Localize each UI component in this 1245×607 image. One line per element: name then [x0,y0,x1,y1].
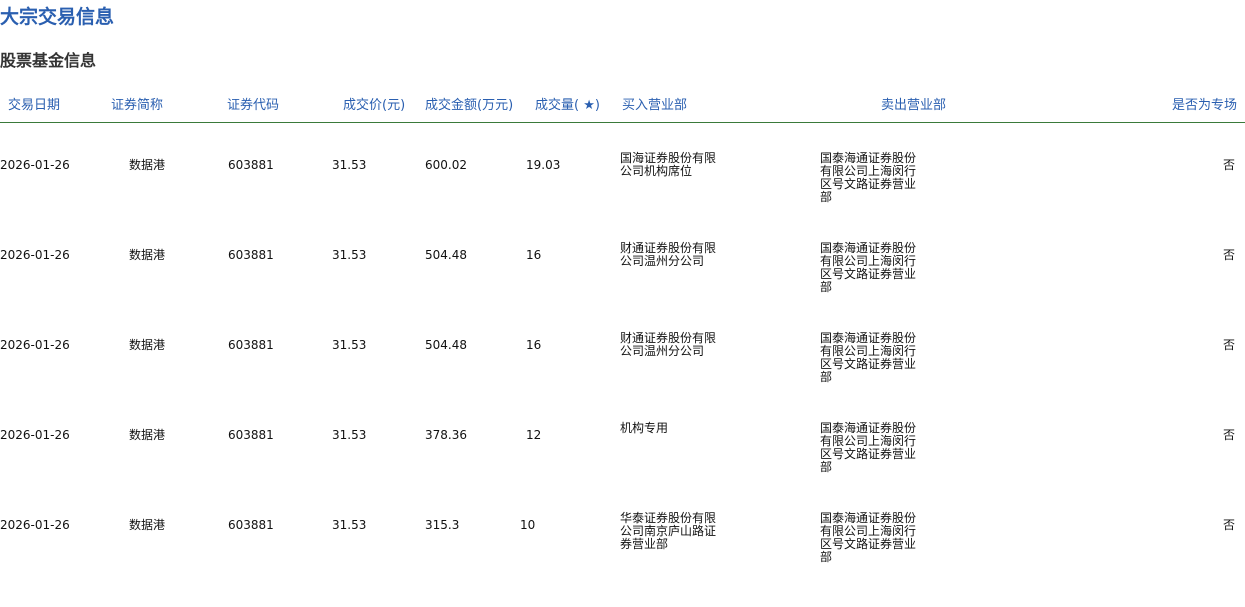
cell-special: 否 [1222,428,1235,442]
cell-name[interactable]: 数据港 [129,339,165,352]
cell-name[interactable]: 数据港 [129,429,165,442]
table-row: 2026-01-26 数据港 603881 31.53 504.48 16 财通… [0,332,1245,427]
header-volume[interactable]: 成交量( ★) [535,97,600,115]
cell-buyer: 财通证券股份有限公司温州分公司 [620,241,717,268]
cell-amount: 504.48 [425,248,467,262]
header-amount[interactable]: 成交金额(万元) [425,97,513,115]
cell-special: 否 [1222,338,1235,352]
cell-date: 2026-01-26 [0,248,70,262]
header-date[interactable]: 交易日期 [8,97,60,115]
cell-price: 31.53 [332,248,367,262]
cell-volume: 10 [520,518,536,532]
cell-special: 否 [1222,518,1235,532]
table-row: 2026-01-26 数据港 603881 31.53 315.3 10 华泰证… [0,512,1245,607]
table-row: 2026-01-26 数据港 603881 31.53 504.48 16 财通… [0,242,1245,337]
cell-date: 2026-01-26 [0,158,70,172]
cell-name[interactable]: 数据港 [129,159,165,172]
cell-price: 31.53 [332,428,367,442]
cell-date: 2026-01-26 [0,518,70,532]
cell-price: 31.53 [332,518,367,532]
cell-code[interactable]: 603881 [228,159,274,172]
cell-special: 否 [1222,158,1235,172]
cell-volume: 12 [526,428,542,442]
cell-seller: 国泰海通证券股份有限公司上海闵行区号文路证券营业部 [820,151,917,204]
cell-seller: 国泰海通证券股份有限公司上海闵行区号文路证券营业部 [820,421,917,474]
cell-volume: 16 [526,248,542,262]
header-price[interactable]: 成交价(元) [343,97,405,115]
cell-code[interactable]: 603881 [228,429,274,442]
cell-seller: 国泰海通证券股份有限公司上海闵行区号文路证券营业部 [820,241,917,294]
cell-volume: 16 [526,338,542,352]
cell-buyer: 国海证券股份有限公司机构席位 [620,151,717,178]
header-name[interactable]: 证券简称 [111,97,163,115]
cell-name[interactable]: 数据港 [129,519,165,532]
cell-buyer: 财通证券股份有限公司温州分公司 [620,331,717,358]
header-special[interactable]: 是否为专场 [1172,97,1237,115]
section-title: 股票基金信息 [0,51,97,70]
cell-code[interactable]: 603881 [228,519,274,532]
header-seller[interactable]: 卖出营业部 [881,97,946,115]
cell-seller: 国泰海通证券股份有限公司上海闵行区号文路证券营业部 [820,511,917,564]
cell-amount: 378.36 [425,428,467,442]
cell-code[interactable]: 603881 [228,339,274,352]
cell-buyer: 机构专用 [620,421,669,435]
cell-code[interactable]: 603881 [228,249,274,262]
cell-volume: 19.03 [526,158,561,172]
table-row: 2026-01-26 数据港 603881 31.53 378.36 12 机构… [0,422,1245,517]
cell-amount: 315.3 [425,518,460,532]
page-title: 大宗交易信息 [0,6,115,28]
cell-amount: 600.02 [425,158,467,172]
table-row: 2026-01-26 数据港 603881 31.53 600.02 19.03… [0,152,1245,247]
cell-buyer: 华泰证券股份有限公司南京庐山路证券营业部 [620,511,717,551]
cell-amount: 504.48 [425,338,467,352]
cell-name[interactable]: 数据港 [129,249,165,262]
cell-date: 2026-01-26 [0,338,70,352]
cell-date: 2026-01-26 [0,428,70,442]
header-divider [0,122,1245,123]
cell-price: 31.53 [332,338,367,352]
header-buyer[interactable]: 买入营业部 [622,97,687,115]
cell-special: 否 [1222,248,1235,262]
cell-price: 31.53 [332,158,367,172]
header-code[interactable]: 证券代码 [227,97,279,115]
cell-seller: 国泰海通证券股份有限公司上海闵行区号文路证券营业部 [820,331,917,384]
